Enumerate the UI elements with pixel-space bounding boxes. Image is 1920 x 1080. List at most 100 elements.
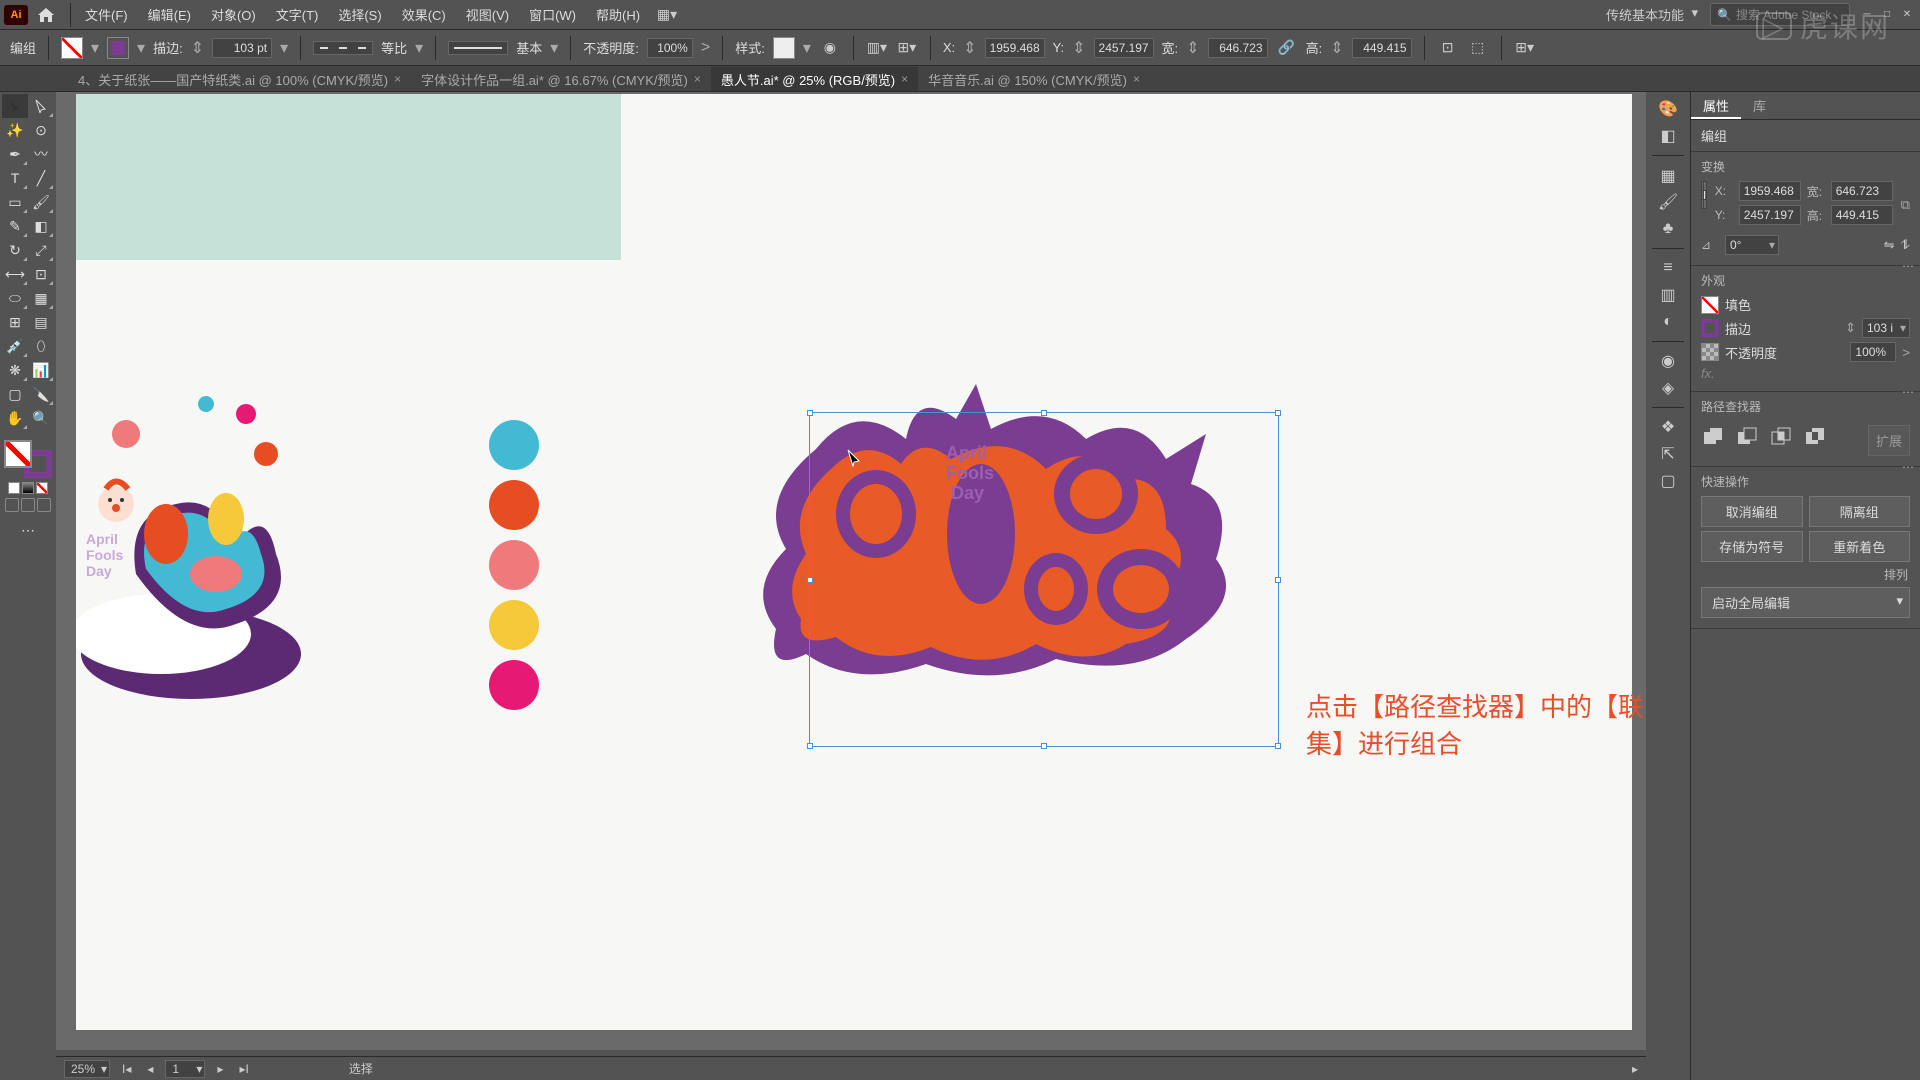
symbols-panel-icon[interactable]: ♣ [1655, 218, 1681, 241]
global-edit-button[interactable]: 启动全局编辑▾ [1701, 587, 1910, 618]
paintbrush-tool[interactable]: 🖌 [28, 190, 54, 214]
draw-inside-icon[interactable] [37, 498, 51, 512]
close-icon[interactable]: × [1133, 72, 1140, 86]
status-more-icon[interactable]: ▸ [1632, 1062, 1638, 1076]
flip-v-icon[interactable]: ⥮ [1901, 237, 1910, 253]
color-guide-panel-icon[interactable]: ◧ [1655, 125, 1681, 148]
flip-h-icon[interactable]: ⇋ [1884, 237, 1895, 253]
gradient-mode-icon[interactable] [22, 482, 34, 494]
menu-effect[interactable]: 效果(C) [392, 5, 456, 24]
arrange-docs-icon[interactable]: ▦▾ [656, 4, 678, 26]
tab-properties[interactable]: 属性 [1691, 92, 1741, 119]
recolor-icon[interactable]: ◉ [819, 37, 841, 59]
doc-tab-4[interactable]: 华音音乐.ai @ 150% (CMYK/预览)× [918, 67, 1150, 91]
shape-builder-tool[interactable]: ⬭ [2, 286, 28, 310]
link-wh-icon[interactable]: 🔗 [1276, 37, 1298, 59]
menu-edit[interactable]: 编辑(E) [138, 5, 201, 24]
symbol-sprayer-tool[interactable]: ❋ [2, 358, 28, 382]
save-symbol-button[interactable]: 存储为符号 [1701, 531, 1803, 562]
brush-definition[interactable] [448, 41, 508, 55]
stroke-weight-field[interactable]: 103 pt [212, 38, 272, 58]
artboards-panel-icon[interactable]: ▢ [1655, 469, 1681, 492]
link-wh-icon[interactable]: ⧉ [1901, 197, 1910, 213]
rectangle-tool[interactable]: ▭ [2, 190, 28, 214]
close-icon[interactable]: × [694, 72, 701, 86]
menu-help[interactable]: 帮助(H) [586, 5, 650, 24]
fx-label[interactable]: fx. [1701, 366, 1715, 381]
expand-button[interactable]: 扩展 [1868, 425, 1910, 456]
w-field[interactable]: 646.723 [1208, 38, 1268, 58]
opacity-field[interactable]: 100% [647, 38, 693, 58]
perspective-tool[interactable]: ▦ [28, 286, 54, 310]
shaper-tool[interactable]: ✎ [2, 214, 28, 238]
close-icon[interactable]: × [901, 72, 908, 86]
isolate-icon[interactable]: ⊡ [1437, 37, 1459, 59]
close-icon[interactable]: ✕ [1898, 8, 1916, 22]
prev-artboard-icon[interactable]: ◂ [143, 1062, 157, 1076]
angle-field[interactable]: 0° [1725, 235, 1779, 255]
asset-export-panel-icon[interactable]: ⇱ [1655, 443, 1681, 466]
swatches-panel-icon[interactable]: ▦ [1655, 164, 1681, 187]
pathfinder-unite-icon[interactable] [1701, 425, 1725, 449]
home-icon[interactable] [34, 5, 58, 25]
draw-behind-icon[interactable] [21, 498, 35, 512]
selection-bounding-box[interactable] [809, 412, 1279, 747]
direct-selection-tool[interactable] [28, 94, 54, 118]
brushes-panel-icon[interactable]: 🖌 [1655, 191, 1681, 214]
zoom-level[interactable]: 25% [64, 1060, 110, 1078]
curvature-tool[interactable]: 〰 [28, 142, 54, 166]
menu-select[interactable]: 选择(S) [328, 5, 391, 24]
x-field[interactable]: 1959.468 [985, 38, 1045, 58]
doc-tab-3[interactable]: 愚人节.ai* @ 25% (RGB/预览)× [711, 67, 918, 91]
zoom-tool[interactable]: 🔍 [28, 406, 54, 430]
style-swatch[interactable] [773, 37, 795, 59]
reference-point[interactable] [1701, 181, 1707, 209]
opacity-field[interactable]: 100% [1850, 342, 1896, 362]
y-input[interactable] [1739, 205, 1801, 225]
magic-wand-tool[interactable]: ✨ [2, 118, 28, 142]
rotate-tool[interactable]: ↻ [2, 238, 28, 262]
stroke-swatch[interactable] [111, 41, 125, 55]
tab-libraries[interactable]: 库 [1741, 92, 1778, 119]
hand-tool[interactable]: ✋ [2, 406, 28, 430]
w-input[interactable] [1831, 181, 1893, 201]
close-icon[interactable]: × [394, 72, 401, 86]
graphic-styles-panel-icon[interactable]: ◈ [1655, 377, 1681, 400]
scale-tool[interactable]: ⤢ [28, 238, 54, 262]
h-input[interactable] [1831, 205, 1893, 225]
pathfinder-exclude-icon[interactable] [1803, 425, 1827, 449]
slice-tool[interactable]: 🔪 [28, 382, 54, 406]
lasso-tool[interactable]: ⊙ [28, 118, 54, 142]
color-panel-icon[interactable]: 🎨 [1655, 98, 1681, 121]
ungroup-button[interactable]: 取消编组 [1701, 496, 1803, 527]
color-mode-icon[interactable] [8, 482, 20, 494]
artboard-number[interactable]: 1 [165, 1060, 205, 1078]
edit-toolbar-icon[interactable]: ⋯ [2, 518, 54, 542]
menu-object[interactable]: 对象(O) [201, 5, 266, 24]
next-artboard-icon[interactable]: ▸ [213, 1062, 227, 1076]
eraser-tool[interactable]: ◧ [28, 214, 54, 238]
recolor-button[interactable]: 重新着色 [1809, 531, 1911, 562]
workspace-switcher[interactable]: 传统基本功能 [1598, 3, 1702, 26]
width-tool[interactable]: ⟷ [2, 262, 28, 286]
first-artboard-icon[interactable]: I◂ [118, 1062, 135, 1076]
prefs-icon[interactable]: ⊞▾ [1514, 37, 1536, 59]
edit-contents-icon[interactable]: ⬚ [1467, 37, 1489, 59]
eyedropper-tool[interactable]: 💉 [2, 334, 28, 358]
last-artboard-icon[interactable]: ▸I [235, 1062, 252, 1076]
stroke-swatch[interactable] [1701, 319, 1719, 337]
fill-stroke-indicator[interactable] [2, 438, 54, 480]
free-transform-tool[interactable]: ⊡ [28, 262, 54, 286]
draw-normal-icon[interactable] [5, 498, 19, 512]
mesh-tool[interactable]: ⊞ [2, 310, 28, 334]
h-field[interactable]: 449.415 [1352, 38, 1412, 58]
isolate-button[interactable]: 隔离组 [1809, 496, 1911, 527]
type-tool[interactable]: T [2, 166, 28, 190]
line-tool[interactable]: ╱ [28, 166, 54, 190]
align-icon[interactable]: ▥▾ [866, 37, 888, 59]
graph-tool[interactable]: 📊 [28, 358, 54, 382]
y-field[interactable]: 2457.197 [1094, 38, 1154, 58]
fill-swatch[interactable] [61, 37, 83, 59]
menu-file[interactable]: 文件(F) [75, 5, 138, 24]
transparency-panel-icon[interactable]: ◐ [1655, 310, 1681, 333]
